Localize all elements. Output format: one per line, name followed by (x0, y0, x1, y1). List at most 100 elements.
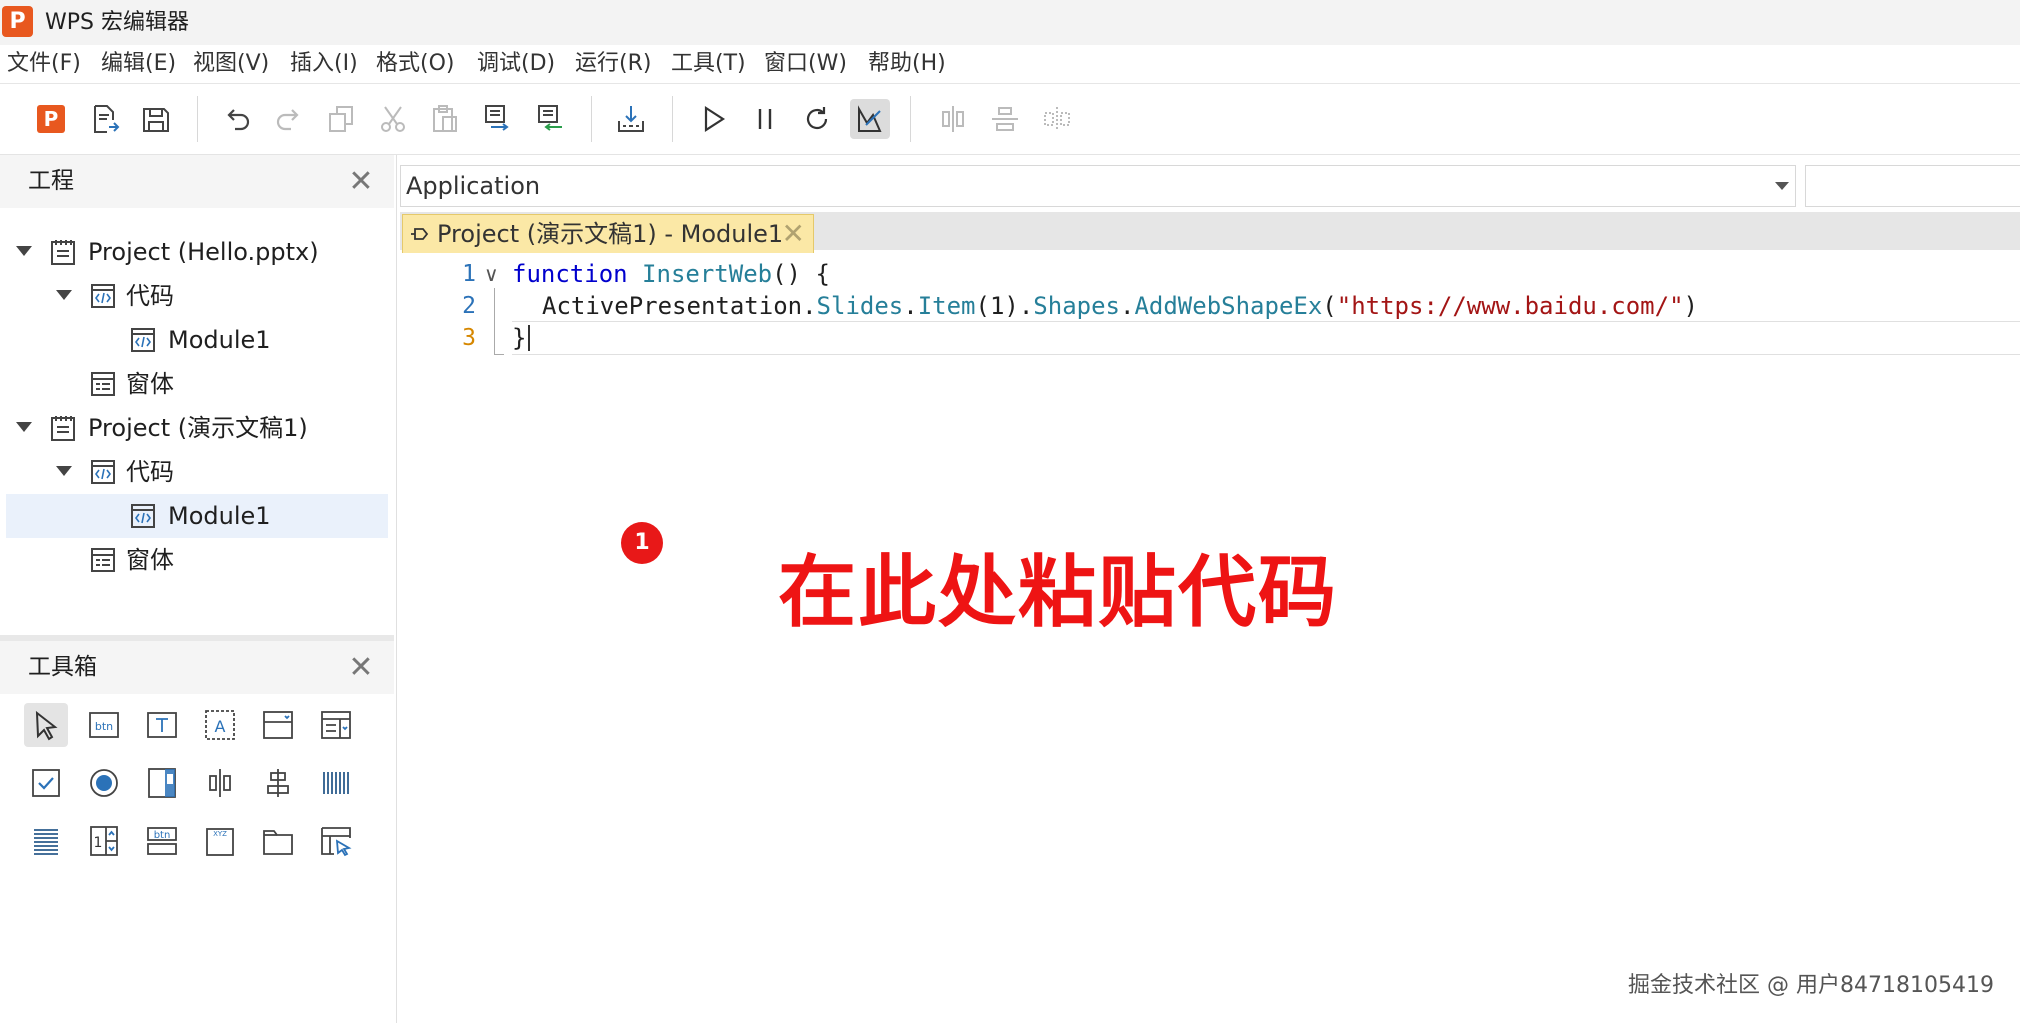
procedure-dropdown[interactable] (1805, 165, 2020, 207)
save-icon[interactable] (136, 99, 176, 139)
folder-icon[interactable] (256, 819, 300, 863)
paste-code-annotation: 在此处粘贴代码 (778, 548, 1339, 638)
uncomment-block-icon[interactable] (530, 99, 570, 139)
toolbox-header: 工具箱 ✕ (0, 641, 394, 694)
current-line-border (512, 321, 2020, 322)
wps-presentation-icon[interactable]: P (31, 99, 71, 139)
code-text[interactable]: } (512, 322, 526, 354)
line-number: 2 (462, 293, 476, 319)
code-member: Slides (816, 292, 904, 320)
checkbox-icon[interactable] (24, 761, 68, 805)
code-member: Item (917, 292, 976, 320)
align-center-icon[interactable] (933, 99, 973, 139)
tree-item-forms[interactable]: 窗体 (6, 362, 388, 406)
pointer-icon[interactable] (24, 703, 68, 747)
undo-icon[interactable] (217, 99, 257, 139)
fold-icon[interactable]: ∨ (484, 258, 499, 290)
code-folder-icon (91, 284, 115, 308)
menu-run[interactable]: 运行(R) (575, 45, 651, 83)
toolbar-separator (591, 96, 592, 142)
tree-item-module1-selected[interactable]: Module1 (6, 494, 388, 538)
code-string: "https://www.baidu.com/" (1336, 292, 1684, 320)
code-object: ActivePresentation (542, 292, 803, 320)
option-button-icon[interactable] (82, 761, 126, 805)
tree-item-label: Project (Hello.pptx) (88, 238, 319, 266)
tree-item-project-hello[interactable]: Project (Hello.pptx) (6, 230, 388, 274)
image-icon[interactable]: XYZ (198, 819, 242, 863)
copy-icon[interactable] (321, 99, 361, 139)
chevron-down-icon[interactable] (1775, 182, 1789, 190)
command-button-icon[interactable]: btn (140, 819, 184, 863)
run-icon[interactable] (693, 99, 733, 139)
chevron-down-icon[interactable] (56, 466, 72, 476)
paste-icon[interactable] (425, 99, 465, 139)
code-text[interactable]: function InsertWeb() { (512, 258, 830, 290)
tree-item-project-slides[interactable]: Project (演示文稿1) (6, 406, 388, 450)
tab-label: Project (演示文稿1) - Module1 (437, 220, 784, 248)
menu-edit[interactable]: 编辑(E) (101, 45, 176, 83)
project-panel-header: 工程 ✕ (0, 155, 394, 208)
object-dropdown[interactable]: Application (400, 165, 1796, 207)
project-explorer: 工程 ✕ Project (Hello.pptx) 代码 Module1 窗体 (0, 155, 394, 641)
code-line[interactable]: 2 ActivePresentation.Slides.Item(1).Shap… (400, 290, 2020, 322)
bars-icon[interactable] (314, 761, 358, 805)
redo-icon[interactable] (269, 99, 309, 139)
spin-button-icon[interactable]: 1 (82, 819, 126, 863)
chevron-down-icon[interactable] (56, 290, 72, 300)
text-box-icon[interactable]: A (198, 703, 242, 747)
menu-view[interactable]: 视图(V) (193, 45, 269, 83)
distribute-icon[interactable] (1037, 99, 1077, 139)
svg-text:btn: btn (95, 720, 113, 733)
chevron-down-icon[interactable] (16, 246, 32, 256)
reset-icon[interactable] (797, 99, 837, 139)
toolbox-title: 工具箱 (28, 654, 97, 680)
scrollbar-icon[interactable] (140, 761, 184, 805)
design-mode-icon[interactable] (850, 99, 890, 139)
menu-file[interactable]: 文件(F) (7, 45, 81, 83)
indent-guide (494, 288, 495, 354)
wps-logo-icon: P (2, 6, 33, 37)
align-middle-icon[interactable] (985, 99, 1025, 139)
menu-window[interactable]: 窗口(W) (764, 45, 847, 83)
import-icon[interactable] (611, 99, 651, 139)
menu-debug[interactable]: 调试(D) (477, 45, 555, 83)
chevron-down-icon[interactable] (16, 422, 32, 432)
tree-item-forms[interactable]: 窗体 (6, 538, 388, 582)
indent-guide (494, 354, 504, 355)
code-member: Shapes (1033, 292, 1120, 320)
comment-block-icon[interactable] (477, 99, 517, 139)
window-title: WPS 宏编辑器 (45, 10, 189, 35)
menu-tools[interactable]: 工具(T) (671, 45, 746, 83)
list-icon[interactable] (24, 819, 68, 863)
align-icon[interactable] (256, 761, 300, 805)
frame-icon[interactable] (256, 703, 300, 747)
menu-insert[interactable]: 插入(I) (290, 45, 358, 83)
menu-help[interactable]: 帮助(H) (868, 45, 946, 83)
menu-bar: 文件(F) 编辑(E) 视图(V) 插入(I) 格式(O) 调试(D) 运行(R… (0, 45, 2020, 84)
button-icon[interactable]: btn (82, 703, 126, 747)
close-icon[interactable]: ✕ (346, 167, 376, 197)
label-icon[interactable] (140, 703, 184, 747)
multi-page-icon[interactable] (314, 819, 358, 863)
cut-icon[interactable] (373, 99, 413, 139)
toolbar-separator (672, 96, 673, 142)
pause-icon[interactable] (745, 99, 785, 139)
tree-item-label: Project (演示文稿1) (88, 414, 308, 442)
combo-box-icon[interactable] (314, 703, 358, 747)
spin-horizontal-icon[interactable] (198, 761, 242, 805)
code-text[interactable]: ActivePresentation.Slides.Item(1).Shapes… (542, 290, 1698, 322)
code-line[interactable]: 1 ∨ function InsertWeb() { (400, 258, 2020, 290)
toolbox-panel: 工具箱 ✕ btn A 1 btn XYZ (0, 641, 394, 1023)
code-line-current[interactable]: 3 } (400, 322, 2020, 354)
tree-item-code-folder[interactable]: 代码 (6, 274, 388, 318)
svg-text:btn: btn (154, 830, 171, 841)
close-icon[interactable]: ✕ (782, 217, 805, 251)
close-icon[interactable]: ✕ (346, 653, 376, 683)
export-file-icon[interactable] (84, 99, 124, 139)
svg-text:1: 1 (94, 835, 103, 851)
tree-item-code-folder[interactable]: 代码 (6, 450, 388, 494)
pin-icon[interactable] (409, 225, 429, 243)
menu-format[interactable]: 格式(O) (376, 45, 454, 83)
tab-module1[interactable]: Project (演示文稿1) - Module1 ✕ (402, 214, 814, 253)
tree-item-module1[interactable]: Module1 (6, 318, 388, 362)
